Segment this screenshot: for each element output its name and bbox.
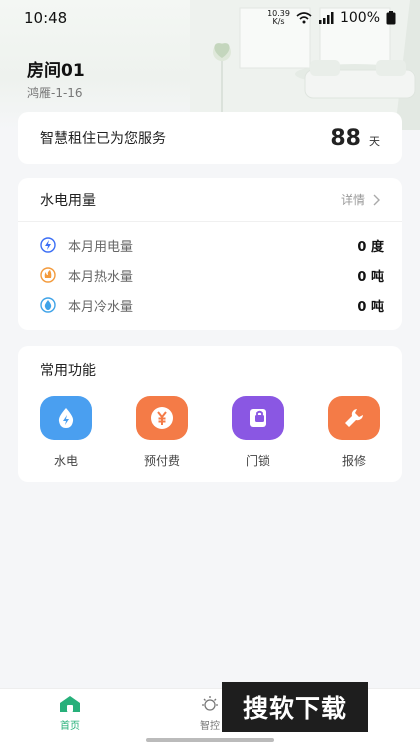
status-indicators: 10.39 K/s 100% [267,10,396,26]
signal-icon [318,12,334,24]
function-door-lock-button[interactable]: 门锁 [210,396,306,469]
function-label: 报修 [341,454,366,468]
wifi-icon [296,12,312,24]
usage-detail-label: 详情 [340,193,365,207]
usage-title: 水电用量 [40,192,96,209]
hot-water-icon [40,267,56,283]
tab-label: 首页 [60,721,80,732]
function-water-electric-button[interactable]: 水电 [18,396,114,469]
wrench-icon [328,396,380,440]
cold-water-icon [40,297,56,313]
service-card: 智慧租住已为您服务 88 天 [18,112,402,164]
usage-value: 0 吨 [357,269,384,285]
usage-label: 本月热水量 [68,269,134,285]
functions-grid: 水电 预付费 门锁 报修 [18,396,402,469]
usage-value: 0 吨 [357,299,384,315]
network-speed-unit: K/s [272,17,285,26]
usage-card: 水电用量 详情 本月用电量 0 度 本月热水量 0 吨 本月冷水量 0 吨 [18,178,402,330]
function-label: 水电 [53,454,78,468]
service-days: 88 天 [330,126,380,151]
yuan-icon [136,396,188,440]
door-lock-icon [232,396,284,440]
usage-value: 0 度 [357,239,384,255]
battery-icon [386,11,396,25]
home-indicator[interactable] [146,738,274,742]
usage-row-cold-water: 本月冷水量 0 吨 [18,290,402,320]
home-icon [60,696,80,712]
room-name[interactable]: 房间01 [27,56,85,81]
usage-detail-link[interactable]: 详情 [341,191,380,208]
tab-label: 智控 [200,721,220,732]
network-speed: 10.39 K/s [267,10,290,26]
water-electric-icon [40,396,92,440]
tab-home[interactable]: 首页 [0,689,140,746]
status-time: 10:48 [24,9,68,27]
status-bar: 10:48 10.39 K/s 100% [0,0,420,36]
function-repair-button[interactable]: 报修 [306,396,402,469]
service-days-number: 88 [330,125,361,151]
usage-list: 本月用电量 0 度 本月热水量 0 吨 本月冷水量 0 吨 [18,222,402,320]
usage-label: 本月冷水量 [68,299,134,315]
room-address: 鸿雁-1-16 [27,86,83,100]
sun-icon [202,696,218,711]
watermark: 搜软下载 [222,682,368,732]
service-text: 智慧租住已为您服务 [40,131,166,147]
function-prepaid-button[interactable]: 预付费 [114,396,210,469]
function-label: 预付费 [143,454,180,468]
usage-header: 水电用量 详情 [18,178,402,222]
service-days-unit: 天 [369,134,380,148]
functions-card: 常用功能 水电 预付费 门锁 报修 [18,346,402,482]
function-label: 门锁 [245,454,270,468]
lightning-icon [40,237,56,253]
usage-label: 本月用电量 [68,239,134,255]
chevron-right-icon [373,194,380,205]
battery-percent: 100% [339,10,380,26]
usage-row-hot-water: 本月热水量 0 吨 [18,260,402,290]
functions-title: 常用功能 [40,363,96,379]
usage-row-electricity: 本月用电量 0 度 [18,230,402,260]
